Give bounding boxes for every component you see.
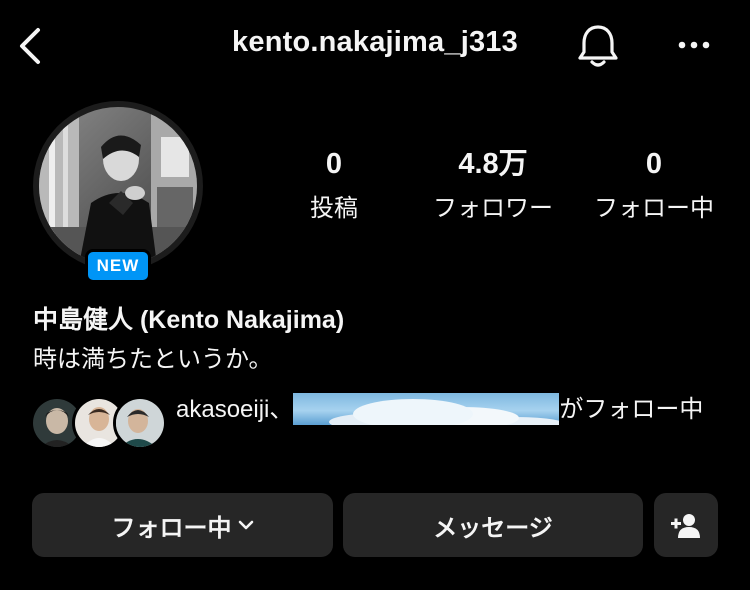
stat-posts-label: 投稿 xyxy=(310,195,358,222)
stat-followers-label: フォロワー xyxy=(433,195,553,222)
stat-followers[interactable]: 4.8万 フォロワー xyxy=(420,146,566,223)
more-options-button[interactable] xyxy=(674,30,714,60)
stat-posts-value: 0 xyxy=(325,148,343,180)
message-button-label: メッセージ xyxy=(433,514,553,542)
stat-following[interactable]: 0 フォロー中 xyxy=(582,146,726,223)
following-button[interactable]: フォロー中 xyxy=(32,493,333,557)
stat-posts[interactable]: 0 投稿 xyxy=(294,146,374,223)
bell-icon xyxy=(578,25,618,67)
chevron-down-icon xyxy=(238,520,253,530)
add-user-icon xyxy=(671,514,700,538)
followed-by-name: akasoeiji、 xyxy=(176,396,294,423)
message-button[interactable]: メッセージ xyxy=(343,493,643,557)
new-story-badge[interactable]: NEW xyxy=(85,249,151,283)
following-button-label: フォロー中 xyxy=(111,514,232,542)
stat-following-value: 0 xyxy=(645,148,663,180)
redacted-names xyxy=(293,393,560,425)
suggested-users-button[interactable] xyxy=(654,493,718,557)
bio-text: 時は満ちたというか。 xyxy=(33,346,273,373)
followed-by-text[interactable]: akasoeiji、 がフォロー中 xyxy=(176,393,706,426)
stat-followers-value: 4.8万 xyxy=(458,148,528,180)
mutual-avatar[interactable] xyxy=(113,396,167,450)
avatar-photo xyxy=(39,107,197,265)
more-icon xyxy=(678,41,710,49)
notifications-button[interactable] xyxy=(576,22,620,70)
profile-username: kento.nakajima_j313 xyxy=(232,26,518,58)
avatar[interactable] xyxy=(39,107,197,265)
stat-following-label: フォロー中 xyxy=(594,195,714,222)
mutual-avatar-photo xyxy=(116,399,164,447)
followed-by-suffix: がフォロー中 xyxy=(559,396,704,423)
display-name: 中島健人 (Kento Nakajima) xyxy=(33,306,345,334)
